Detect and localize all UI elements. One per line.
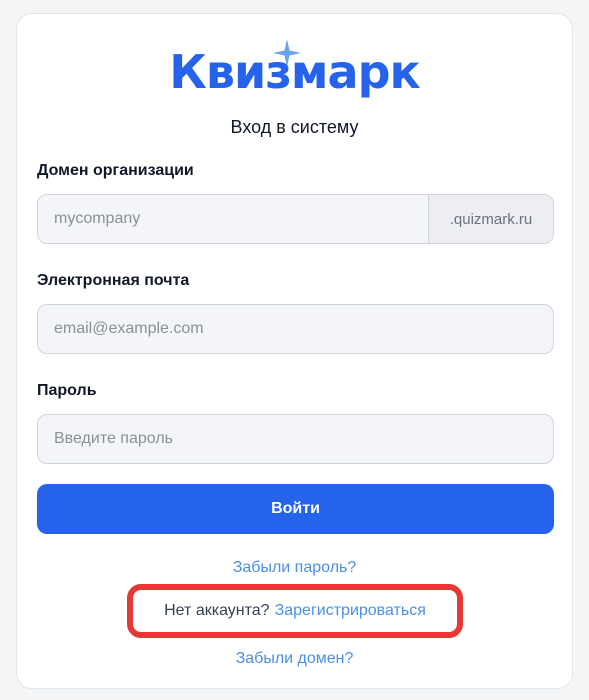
forgot-domain-row: Забыли домен?	[17, 650, 572, 668]
register-link[interactable]: Зарегистрироваться	[275, 602, 426, 620]
logo: Квизмарк	[17, 39, 572, 102]
email-label: Электронная почта	[37, 272, 190, 289]
sparkle-icon	[273, 39, 302, 67]
register-highlight: Нет аккаунта? Зарегистрироваться	[127, 584, 463, 638]
page-title: Вход в систему	[230, 117, 359, 137]
domain-input[interactable]	[38, 195, 428, 243]
forgot-password-row: Забыли пароль?	[17, 559, 572, 577]
no-account-text: Нет аккаунта?	[164, 602, 270, 619]
domain-label: Домен организации	[37, 162, 194, 179]
email-input[interactable]	[37, 304, 554, 354]
password-label: Пароль	[37, 382, 97, 399]
forgot-password-link[interactable]: Забыли пароль?	[233, 559, 357, 576]
domain-field-group: .quizmark.ru	[37, 194, 554, 244]
login-button[interactable]: Войти	[37, 484, 554, 534]
logo-text: Квизмарк	[169, 39, 421, 95]
login-card: Квизмарк Вход в систему Домен организаци…	[16, 13, 573, 689]
forgot-domain-link[interactable]: Забыли домен?	[236, 650, 354, 667]
password-input[interactable]	[37, 414, 554, 464]
domain-suffix: .quizmark.ru	[428, 195, 553, 243]
